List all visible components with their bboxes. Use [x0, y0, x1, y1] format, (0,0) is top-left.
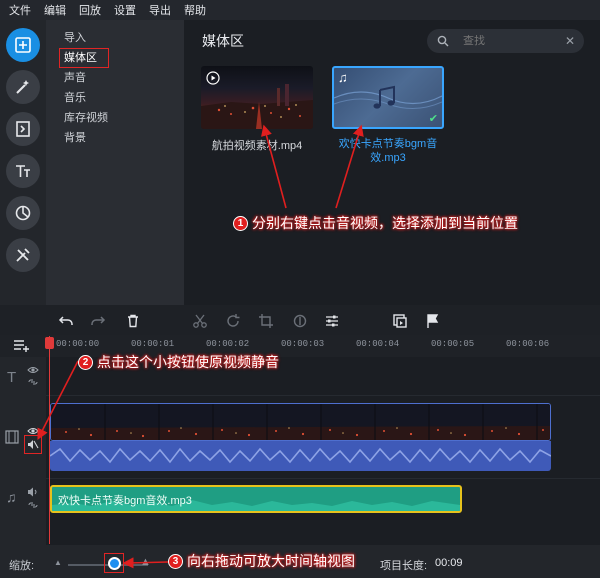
link-icon[interactable]	[27, 500, 39, 510]
annotation-step3: 3 向右拖动可放大时间轴视图	[168, 551, 355, 571]
category-sound[interactable]: 声音	[46, 68, 184, 88]
more-tools-button[interactable]	[6, 238, 40, 272]
menu-playback[interactable]: 回放	[79, 2, 101, 18]
menu-export[interactable]: 导出	[149, 2, 171, 18]
menu-edit[interactable]: 编辑	[44, 2, 66, 18]
zoom-label: 缩放:	[9, 560, 35, 572]
step3-badge: 3	[168, 553, 183, 569]
menu-file[interactable]: 文件	[9, 2, 31, 18]
tool-strip	[0, 20, 46, 305]
crop-icon[interactable]	[258, 313, 274, 329]
annotation-arrow-step3	[124, 557, 169, 569]
ruler-tick: 00:00:04	[356, 339, 400, 349]
timeline-video-clip[interactable]	[50, 403, 551, 441]
video-filmstrip	[51, 404, 550, 440]
media-panel: 媒体区 ✕ ♫ ✔ 航拍视频素材.mp4 欢快卡点节奏bgm音效.mp3	[184, 20, 600, 305]
import-tool-button[interactable]	[6, 28, 40, 62]
transitions-tool-button[interactable]	[6, 112, 40, 146]
step1-badge: 1	[233, 215, 248, 231]
magic-wand-icon	[16, 80, 29, 94]
trash-icon[interactable]	[125, 313, 141, 329]
timeline-music-clip[interactable]: 欢快卡点节奏bgm音效.mp3	[50, 485, 462, 513]
text-icon	[16, 165, 30, 177]
category-background[interactable]: 背景	[46, 128, 184, 148]
project-length-label: 项目长度:	[380, 560, 428, 572]
bottom-bar: 缩放: ▲ ▲ 3 向右拖动可放大时间轴视图 项目长度: 00:09	[0, 545, 600, 578]
menu-help[interactable]: 帮助	[184, 2, 206, 18]
undo-icon[interactable]	[58, 313, 74, 329]
ruler-tick: 00:00:06	[506, 339, 550, 349]
category-music[interactable]: 音乐	[46, 88, 184, 108]
zoom-slider-knob[interactable]	[108, 557, 121, 570]
music-track-icon: ♫	[6, 489, 17, 505]
zoom-out-icon[interactable]: ▲	[54, 558, 62, 567]
titles-tool-button[interactable]	[6, 154, 40, 188]
highlight-box	[59, 48, 109, 68]
track-divider	[46, 395, 600, 396]
track-divider	[46, 478, 600, 479]
redo-icon[interactable]	[90, 313, 106, 329]
ruler-tick: 00:00:02	[206, 339, 250, 349]
category-import[interactable]: 导入	[46, 28, 184, 48]
clip-properties-icon[interactable]	[392, 313, 408, 329]
import-file-icon	[15, 37, 31, 53]
menu-bar: 文件 编辑 回放 设置 导出 帮助	[0, 0, 600, 20]
annotation-step1: 1 分别右键点击音视频，选择添加到当前位置	[233, 213, 518, 233]
speaker-icon[interactable]	[27, 487, 39, 497]
ruler-tick: 00:00:03	[281, 339, 325, 349]
timeline-video-audio[interactable]	[50, 441, 551, 471]
scissors-icon[interactable]	[192, 313, 208, 329]
rotate-icon[interactable]	[225, 313, 241, 329]
transition-icon	[16, 121, 30, 137]
step1-text: 分别右键点击音视频，选择添加到当前位置	[252, 215, 518, 231]
timeline-toolbar	[0, 305, 600, 335]
marker-flag-icon[interactable]	[425, 313, 441, 329]
ruler-tick: 00:00:05	[431, 339, 475, 349]
step2-badge: 2	[78, 354, 93, 370]
ruler-tick: 00:00:01	[131, 339, 175, 349]
music-clip-label: 欢快卡点节奏bgm音效.mp3	[58, 495, 192, 507]
tools-icon	[16, 248, 30, 262]
stickers-tool-button[interactable]	[6, 196, 40, 230]
sticker-icon	[15, 205, 31, 221]
color-icon[interactable]	[292, 313, 308, 329]
audio-waveform	[50, 447, 551, 464]
annotation-arrows	[261, 124, 364, 209]
category-media[interactable]: 媒体区	[46, 48, 184, 68]
annotation-step2: 2 点击这个小按钮使原视频静音	[78, 352, 279, 372]
menu-settings[interactable]: 设置	[114, 2, 136, 18]
effects-tool-button[interactable]	[6, 70, 40, 104]
adjust-icon[interactable]	[324, 313, 340, 329]
category-list: 导入 媒体区 声音 音乐 库存视频 背景	[46, 20, 184, 305]
category-stock-video[interactable]: 库存视频	[46, 108, 184, 128]
project-length-value: 00:09	[435, 557, 463, 569]
step3-text: 向右拖动可放大时间轴视图	[187, 553, 355, 569]
step2-text: 点击这个小按钮使原视频静音	[97, 354, 279, 370]
